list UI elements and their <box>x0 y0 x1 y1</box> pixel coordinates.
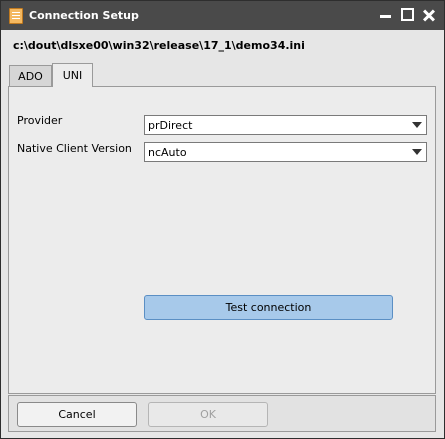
chevron-down-icon[interactable] <box>412 149 422 155</box>
provider-label: Provider <box>17 114 63 127</box>
native-client-version-combobox[interactable]: ncAuto <box>144 142 427 162</box>
provider-combobox[interactable]: prDirect <box>144 115 427 135</box>
connection-setup-window: Connection Setup c:\dout\dlsxe00\win32\r… <box>0 0 445 439</box>
native-client-version-value: ncAuto <box>148 146 187 159</box>
native-client-version-label: Native Client Version <box>17 142 132 155</box>
ini-file-path: c:\dout\dlsxe00\win32\release\17_1\demo3… <box>13 39 305 52</box>
chevron-down-icon[interactable] <box>412 122 422 128</box>
maximize-icon[interactable] <box>400 7 416 23</box>
app-icon <box>9 8 23 24</box>
cancel-button[interactable]: Cancel <box>17 402 137 427</box>
tab-ado[interactable]: ADO <box>9 65 52 86</box>
test-connection-button[interactable]: Test connection <box>144 295 393 320</box>
window-title: Connection Setup <box>29 9 139 22</box>
title-bar[interactable]: Connection Setup <box>1 1 444 30</box>
provider-value: prDirect <box>148 119 193 132</box>
uni-tab-panel: Provider prDirect Native Client Version … <box>8 86 436 394</box>
close-icon[interactable] <box>422 7 438 23</box>
ok-button[interactable]: OK <box>148 402 268 427</box>
minimize-icon[interactable] <box>378 7 394 23</box>
tab-uni[interactable]: UNI <box>52 63 93 87</box>
